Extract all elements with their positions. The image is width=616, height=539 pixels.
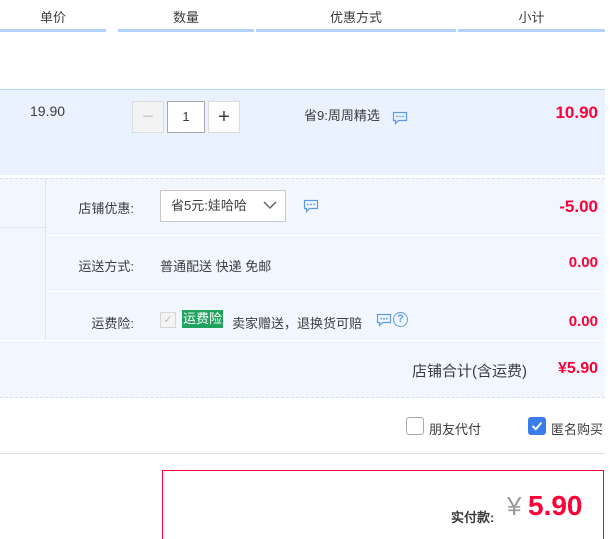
shop-discount-amount: -5.00 (559, 197, 598, 216)
actual-payment-label: 实付款: (451, 510, 495, 525)
cart-item-row (0, 89, 605, 175)
shipping-insurance-checkbox[interactable]: ✓ (160, 312, 176, 328)
shop-discount-select[interactable]: 省5元:娃哈哈 (160, 190, 286, 222)
shop-left-panel (0, 179, 46, 340)
actual-payment-value: 5.90 (528, 490, 583, 521)
header-quantity: 数量 (118, 0, 254, 32)
anonymous-purchase-checkbox[interactable] (528, 417, 546, 435)
right-edge (605, 0, 616, 539)
header-discount-method: 优惠方式 (256, 0, 456, 32)
shop-discount-label: 店铺优惠: (78, 201, 134, 216)
shipping-method-label: 运送方式: (78, 259, 134, 274)
item-subtotal: 10.90 (555, 103, 598, 122)
shipping-amount: 0.00 (568, 254, 598, 271)
increase-quantity-button[interactable]: + (208, 101, 240, 133)
shipping-insurance-text: 卖家赠送，退换货可赔 (232, 316, 363, 331)
shop-discount-selected: 省5元:娃哈哈 (171, 198, 247, 213)
quantity-input[interactable]: 1 (167, 101, 205, 133)
shop-total-label: 店铺合计(含运费) (412, 363, 527, 380)
decrease-quantity-button[interactable]: − (132, 101, 164, 133)
cart-table-header: 单价 数量 优惠方式 小计 (0, 0, 616, 32)
shipping-method-value: 普通配送 快递 免邮 (160, 259, 272, 274)
shop-total-value: ¥5.90 (557, 360, 598, 377)
anonymous-purchase-label[interactable]: 匿名购买 (551, 419, 603, 438)
friend-pay-label[interactable]: 朋友代付 (429, 419, 481, 438)
message-bubble-icon[interactable] (303, 199, 319, 213)
shipping-insurance-label: 运费险: (91, 316, 134, 331)
header-unit-price: 单价 (0, 0, 106, 32)
friend-pay-checkbox[interactable] (406, 417, 424, 435)
chevron-down-icon (263, 201, 277, 210)
message-bubble-icon[interactable] (376, 313, 392, 327)
item-promotion: 省9:周周精选 (304, 108, 380, 123)
checkmark-icon (531, 421, 543, 431)
header-subtotal: 小计 (458, 0, 605, 32)
payment-currency-symbol: ¥ (507, 491, 522, 521)
shipping-insurance-amount: 0.00 (568, 313, 598, 330)
divider (0, 453, 605, 454)
question-circle-icon[interactable]: ? (393, 312, 408, 327)
item-unit-price: 19.90 (30, 103, 66, 119)
quantity-stepper: − 1 + (132, 101, 240, 133)
shipping-insurance-badge: 运费险 (182, 310, 224, 328)
message-bubble-icon[interactable] (392, 111, 408, 125)
